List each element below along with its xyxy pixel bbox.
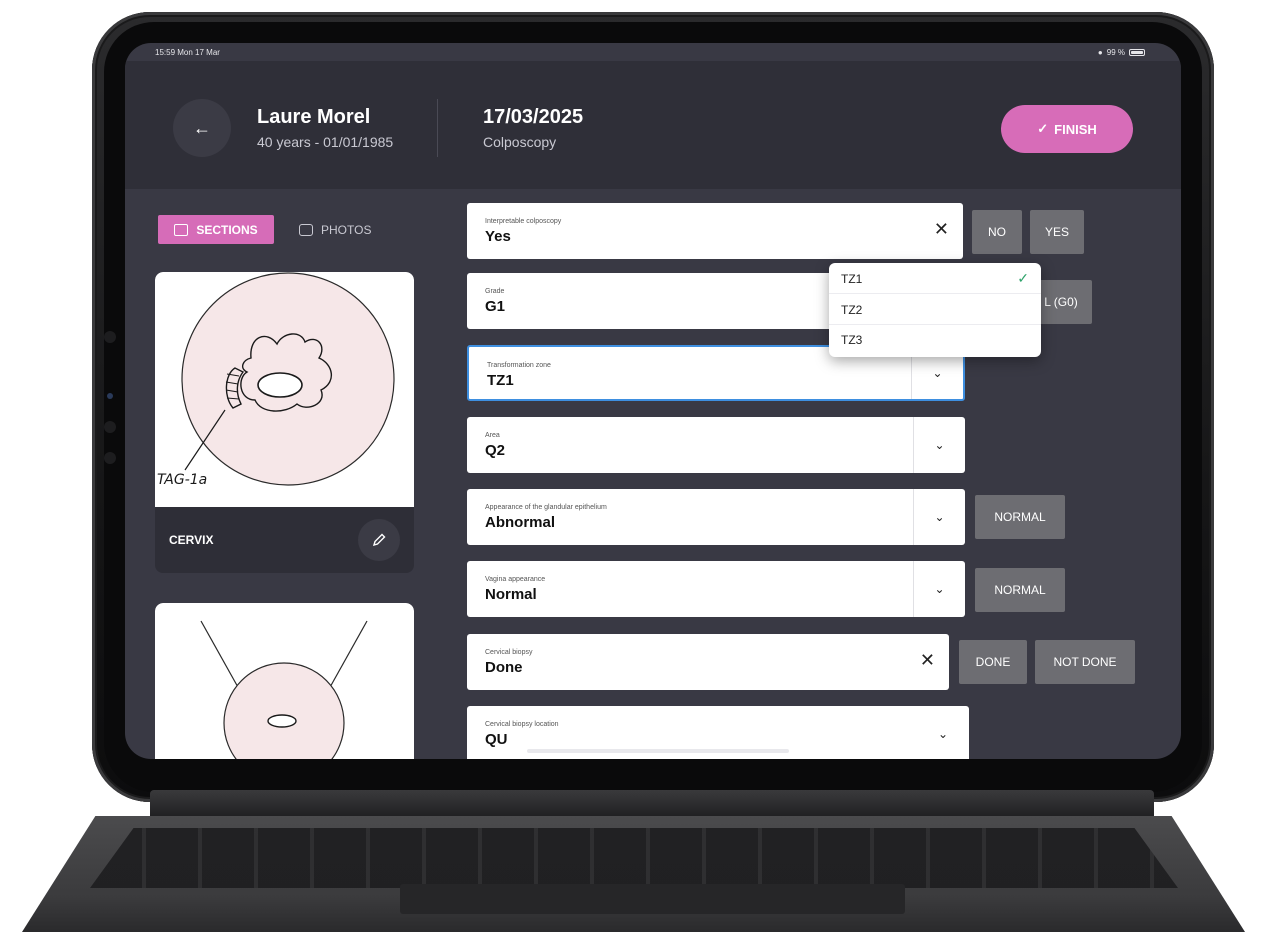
finish-label: FINISH — [1054, 121, 1097, 137]
field-value: G1 — [485, 298, 506, 315]
field-label: Appearance of the glandular epithelium — [485, 504, 607, 511]
camera-icon — [299, 223, 313, 236]
home-indicator — [527, 749, 789, 753]
field-label: Interpretable colposcopy — [485, 218, 562, 225]
chevron-down-icon[interactable]: ⌄ — [913, 417, 965, 473]
side-camera-dot — [107, 393, 113, 399]
field-value: Yes — [485, 228, 511, 245]
cervix-drawing: TAG-1a — [157, 272, 395, 488]
check-icon: ✓ — [1037, 121, 1049, 136]
field-interpretable-colposcopy[interactable]: Interpretable colposcopy Yes ✕ — [467, 203, 963, 259]
field-label: Transformation zone — [487, 362, 551, 369]
field-label: Vagina appearance — [485, 576, 546, 583]
chevron-down-icon[interactable]: ⌄ — [913, 561, 965, 617]
side-camera-dot — [104, 452, 116, 464]
wifi-icon: ● — [1097, 48, 1103, 57]
exam-type: Colposcopy — [483, 134, 557, 150]
chip-normal-glandular[interactable]: NORMAL — [975, 495, 1065, 539]
field-vagina-appearance[interactable]: Vagina appearance Normal ⌄ — [467, 561, 965, 617]
field-cervical-biopsy[interactable]: Cervical biopsy Done ✕ — [467, 634, 949, 690]
edit-button[interactable] — [358, 519, 400, 561]
field-label: Area — [485, 432, 500, 439]
field-area[interactable]: Area Q2 ⌄ — [467, 417, 965, 473]
chip-no[interactable]: NO — [972, 210, 1022, 254]
dropdown-option-tz3[interactable]: TZ3 — [841, 333, 862, 347]
field-label: Cervical biopsy — [485, 649, 533, 656]
check-icon: ✓ — [1017, 270, 1029, 286]
ipad-mockup: 15:59 Mon 17 Mar ● 99 % ← Laure Morel 40… — [0, 0, 1267, 935]
chip-yes[interactable]: YES — [1030, 210, 1084, 254]
chevron-down-icon[interactable]: ⌄ — [913, 489, 965, 545]
back-button[interactable]: ← — [173, 99, 231, 157]
tab-sections-label: SECTIONS — [196, 222, 258, 237]
finish-button[interactable]: ✓ FINISH — [1001, 105, 1133, 153]
tab-sections[interactable]: SECTIONS — [158, 215, 274, 244]
chevron-down-icon[interactable]: ⌄ — [917, 706, 969, 759]
arrow-left-icon: ← — [193, 117, 211, 138]
battery-level: 99 % — [1106, 48, 1125, 57]
card-label: CERVIX — [169, 533, 214, 547]
cervix-annotation-text: TAG-1a — [157, 472, 207, 488]
side-camera-dot — [104, 421, 116, 433]
vagina-drawing — [200, 620, 368, 759]
patient-info: 40 years - 01/01/1985 — [257, 134, 394, 150]
field-label: Cervical biopsy location — [485, 721, 559, 728]
exam-date: 17/03/2025 — [483, 106, 584, 128]
card-footer: CERVIX — [155, 507, 414, 573]
field-value: Abnormal — [485, 514, 556, 531]
chip-not-done[interactable]: NOT DONE — [1035, 640, 1135, 684]
pencil-icon — [372, 533, 386, 547]
header-divider — [437, 99, 438, 157]
image-gallery-icon — [174, 223, 189, 236]
field-value: QU — [485, 731, 508, 748]
dropdown-divider — [829, 293, 1041, 294]
close-icon[interactable]: ✕ — [920, 650, 935, 671]
vagina-card[interactable] — [155, 603, 414, 759]
trackpad — [400, 884, 905, 914]
chip-normal-vagina[interactable]: NORMAL — [975, 568, 1065, 612]
patient-name: Laure Morel — [257, 106, 371, 128]
app-header: ← Laure Morel 40 years - 01/01/1985 17/0… — [125, 61, 1181, 189]
cervix-card[interactable]: TAG-1a CERVIX — [155, 272, 414, 573]
battery-icon — [1129, 49, 1145, 56]
status-time: 15:59 Mon 17 Mar — [155, 48, 220, 57]
tab-photos[interactable]: PHOTOS — [299, 215, 371, 244]
keyboard-keys — [90, 828, 1178, 888]
status-indicators: ● 99 % — [1098, 48, 1145, 57]
app-screen: 15:59 Mon 17 Mar ● 99 % ← Laure Morel 40… — [125, 43, 1181, 759]
transformation-zone-dropdown: TZ1 ✓ TZ2 TZ3 — [829, 263, 1041, 357]
side-camera-dot — [104, 331, 116, 343]
field-glandular-epithelium[interactable]: Appearance of the glandular epithelium A… — [467, 489, 965, 545]
field-value: Normal — [485, 586, 537, 603]
field-label: Grade — [485, 288, 505, 295]
keyboard-hinge — [150, 790, 1154, 820]
dropdown-option-tz1[interactable]: TZ1 — [841, 272, 862, 286]
field-value: TZ1 — [487, 372, 514, 389]
close-icon[interactable]: ✕ — [934, 219, 949, 240]
field-value: Q2 — [485, 442, 506, 459]
dropdown-divider — [829, 324, 1041, 325]
field-value: Done — [485, 659, 523, 676]
tab-photos-label: PHOTOS — [321, 222, 372, 237]
cervix-diagram: TAG-1a — [155, 272, 414, 507]
dropdown-option-tz2[interactable]: TZ2 — [841, 303, 862, 317]
vagina-diagram — [155, 603, 414, 759]
chip-done[interactable]: DONE — [959, 640, 1027, 684]
